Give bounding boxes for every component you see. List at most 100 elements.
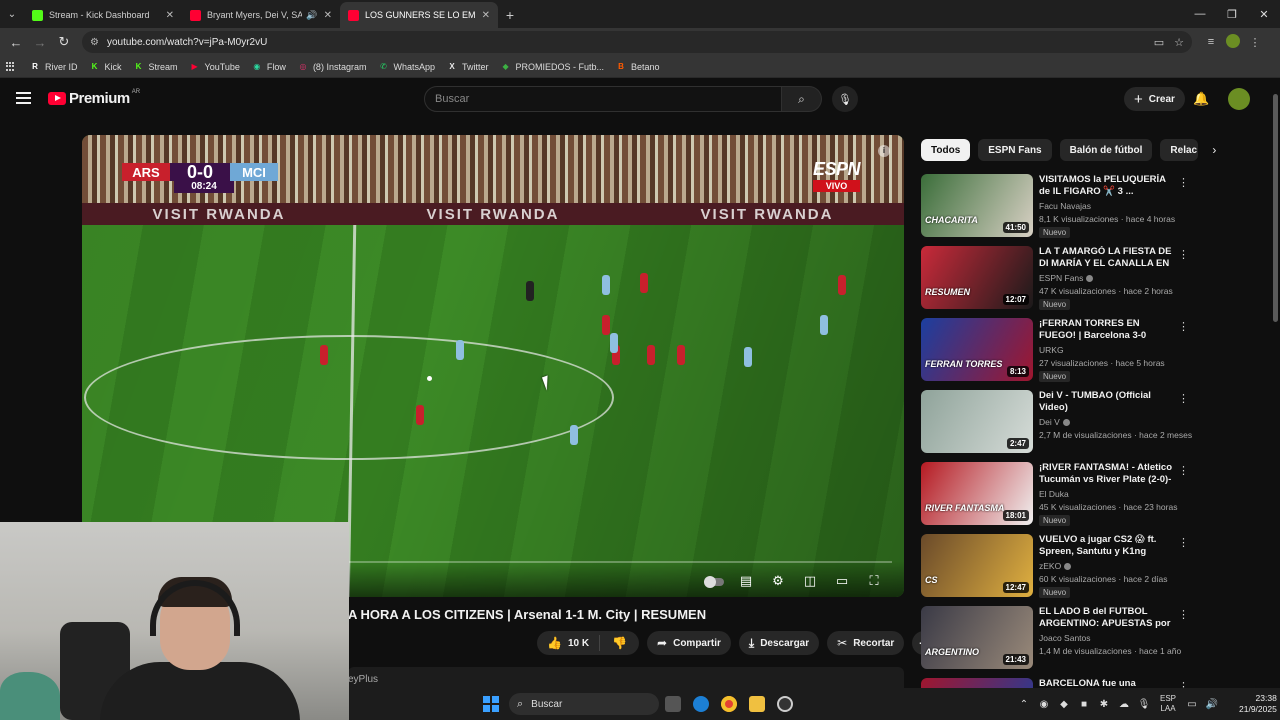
network-icon[interactable]: ▭ xyxy=(1182,699,1202,710)
video-title[interactable]: ¡FERRAN TORRES EN FUEGO! | Barcelona 3-0… xyxy=(1039,318,1177,342)
theater-mode-icon[interactable]: ▭ xyxy=(826,573,858,589)
bookmark-item[interactable]: ◉ Flow xyxy=(252,62,286,72)
forward-icon[interactable]: → xyxy=(28,35,52,50)
recommended-video[interactable]: RESUMEN 12:07 LA T AMARGÓ LA FIESTA DE DI … xyxy=(921,246,1193,312)
close-tab-icon[interactable]: ✕ xyxy=(166,10,174,21)
channel-name[interactable]: URKG xyxy=(1039,345,1177,355)
search-button[interactable]: ⌕ xyxy=(782,86,822,112)
more-vertical-icon[interactable]: ⋮ xyxy=(1178,248,1189,261)
page-scrollbar[interactable] xyxy=(1271,80,1280,690)
filter-chip[interactable]: Balón de fútbol xyxy=(1059,139,1153,161)
apps-grid-icon[interactable] xyxy=(6,61,16,72)
video-thumbnail[interactable]: RESUMEN 12:07 xyxy=(921,246,1033,309)
microphone-icon[interactable]: 🎙 xyxy=(1134,699,1154,710)
restore-icon[interactable]: ❐ xyxy=(1216,0,1248,28)
miniplayer-icon[interactable]: ◫ xyxy=(794,573,826,589)
back-icon[interactable]: ← xyxy=(4,35,28,50)
input-language[interactable]: ESP LAA xyxy=(1160,694,1176,714)
close-tab-icon[interactable]: ✕ xyxy=(324,10,332,21)
tray-app-icon[interactable]: ✱ xyxy=(1094,699,1114,710)
channel-name[interactable]: Dei V xyxy=(1039,417,1177,427)
video-thumbnail[interactable]: RIVER FANTASMA 18:01 xyxy=(921,462,1033,525)
chrome-icon[interactable] xyxy=(721,696,737,712)
bookmark-item[interactable]: B Betano xyxy=(616,62,659,72)
clip-button[interactable]: ✂ Recortar xyxy=(827,631,905,655)
tray-app-icon[interactable]: ☁ xyxy=(1114,699,1134,710)
like-button[interactable]: 👍 10 K xyxy=(537,635,601,651)
video-title[interactable]: VISITAMOS la PELUQUERÍA de IL FIGARO ✂️ … xyxy=(1039,174,1177,198)
bookmark-item[interactable]: ✆ WhatsApp xyxy=(378,62,435,72)
volume-icon[interactable]: 🔊 xyxy=(1202,699,1222,710)
video-thumbnail[interactable]: 2:47 xyxy=(921,390,1033,453)
browser-tab[interactable]: Bryant Myers, Dei V, SAIKO🔊 ✕ xyxy=(182,2,340,28)
close-window-icon[interactable]: ✕ xyxy=(1248,0,1280,28)
subtitles-icon[interactable]: ▤ xyxy=(730,573,762,589)
bookmark-item[interactable]: ◆ PROMIEDOS - Futb... xyxy=(501,62,604,72)
video-title[interactable]: ¡RIVER FANTASMA! - Atletico Tucumán vs R… xyxy=(1039,462,1177,486)
url-omnibox[interactable]: ⚙ youtube.com/watch?v=jPa-M0yr2vU ▭ ☆ xyxy=(82,31,1192,53)
bookmark-item[interactable]: K Stream xyxy=(134,62,178,72)
menu-hamburger-icon[interactable] xyxy=(16,92,31,104)
minimize-icon[interactable]: — xyxy=(1184,0,1216,28)
filter-chip[interactable]: Todos xyxy=(921,139,971,161)
filter-chip[interactable]: Relac xyxy=(1160,139,1199,161)
video-title[interactable]: EL LADO B del FUTBOL ARGENTINO: APUESTAS… xyxy=(1039,606,1177,630)
task-view-icon[interactable] xyxy=(665,696,681,712)
autoplay-toggle[interactable] xyxy=(698,574,730,589)
channel-name[interactable]: Facu Navajas xyxy=(1039,201,1177,211)
dislike-button[interactable]: 👎 xyxy=(600,636,639,650)
tray-app-icon[interactable]: ◆ xyxy=(1054,699,1074,710)
video-title[interactable]: Dei V - TUMBAO (Official Video) xyxy=(1039,390,1177,414)
bookmark-item[interactable]: R River ID xyxy=(30,62,77,72)
video-thumbnail[interactable]: CHACARITA 41:50 xyxy=(921,174,1033,237)
recommended-video[interactable]: 2:47 Dei V - TUMBAO (Official Video) Dei V… xyxy=(921,390,1193,456)
recommended-video[interactable]: ARGENTINO 21:43 EL LADO B del FUTBOL ARGEN… xyxy=(921,606,1193,672)
chevron-up-icon[interactable]: ⌃ xyxy=(1014,699,1034,710)
video-thumbnail[interactable]: CS 12:47 xyxy=(921,534,1033,597)
video-thumbnail[interactable]: FERRAN TORRES 8:13 xyxy=(921,318,1033,381)
youtube-premium-logo[interactable]: Premium AR xyxy=(48,89,140,107)
reload-icon[interactable]: ↻ xyxy=(52,34,76,50)
more-vertical-icon[interactable]: ⋮ xyxy=(1178,536,1189,549)
media-controls-icon[interactable]: ≡ xyxy=(1200,36,1222,48)
more-vertical-icon[interactable]: ⋮ xyxy=(1178,464,1189,477)
recommended-video[interactable]: CHACARITA 41:50 VISITAMOS la PELUQUERÍA de… xyxy=(921,174,1193,240)
close-tab-icon[interactable]: ✕ xyxy=(482,10,490,21)
download-button[interactable]: ⤓ Descargar xyxy=(738,631,820,655)
bookmark-item[interactable]: ▶ YouTube xyxy=(190,62,239,72)
create-button[interactable]: + Crear xyxy=(1124,87,1185,111)
channel-name[interactable]: zEKO xyxy=(1039,561,1177,571)
settings-gear-icon[interactable]: ⚙ xyxy=(762,573,794,589)
voice-search-button[interactable]: 🎙 xyxy=(832,86,858,112)
more-vertical-icon[interactable]: ⋮ xyxy=(1178,608,1189,621)
more-vertical-icon[interactable]: ⋮ xyxy=(1178,320,1189,333)
bookmark-item[interactable]: ◎ (8) Instagram xyxy=(298,62,366,72)
browser-tab[interactable]: LOS GUNNERS SE LO EMPATAR ✕ xyxy=(340,2,498,28)
tray-app-icon[interactable]: ■ xyxy=(1074,699,1094,710)
browser-menu-icon[interactable]: ⋮ xyxy=(1244,36,1266,49)
more-vertical-icon[interactable]: ⋮ xyxy=(1178,392,1189,405)
obs-icon[interactable] xyxy=(777,696,793,712)
taskbar-clock[interactable]: 23:38 21/9/2025 xyxy=(1239,693,1277,715)
video-thumbnail[interactable]: ARGENTINO 21:43 xyxy=(921,606,1033,669)
video-title[interactable]: LA T AMARGÓ LA FIESTA DE DI MARÍA Y EL C… xyxy=(1039,246,1177,270)
channel-name[interactable]: Joaco Santos xyxy=(1039,633,1177,643)
site-info-icon[interactable]: ⚙ xyxy=(90,37,99,48)
new-tab-button[interactable]: + xyxy=(498,2,522,28)
recommended-video[interactable]: FERRAN TORRES 8:13 ¡FERRAN TORRES EN FUEGO… xyxy=(921,318,1193,384)
info-icon[interactable]: i xyxy=(878,145,890,157)
notifications-bell-icon[interactable]: 🔔 xyxy=(1193,91,1209,107)
video-title[interactable]: VUELVO a jugar CS2 😱 ft. Spreen, Santutu… xyxy=(1039,534,1177,558)
taskbar-search[interactable]: ⌕ Buscar xyxy=(509,693,659,715)
bookmark-item[interactable]: X Twitter xyxy=(447,62,488,72)
channel-name[interactable]: ESPN Fans xyxy=(1039,273,1177,283)
windows-start-icon[interactable] xyxy=(483,696,499,712)
bookmark-star-icon[interactable]: ☆ xyxy=(1174,36,1184,49)
fullscreen-icon[interactable]: ⛶ xyxy=(858,573,890,589)
channel-name[interactable]: El Duka xyxy=(1039,489,1177,499)
more-vertical-icon[interactable]: ⋮ xyxy=(1178,176,1189,189)
recommended-video[interactable]: RIVER FANTASMA 18:01 ¡RIVER FANTASMA! - At… xyxy=(921,462,1193,528)
tray-app-icon[interactable]: ◉ xyxy=(1034,699,1054,710)
recommended-video[interactable]: CS 12:47 VUELVO a jugar CS2 😱 ft. Spreen, … xyxy=(921,534,1193,600)
file-explorer-icon[interactable] xyxy=(749,696,765,712)
